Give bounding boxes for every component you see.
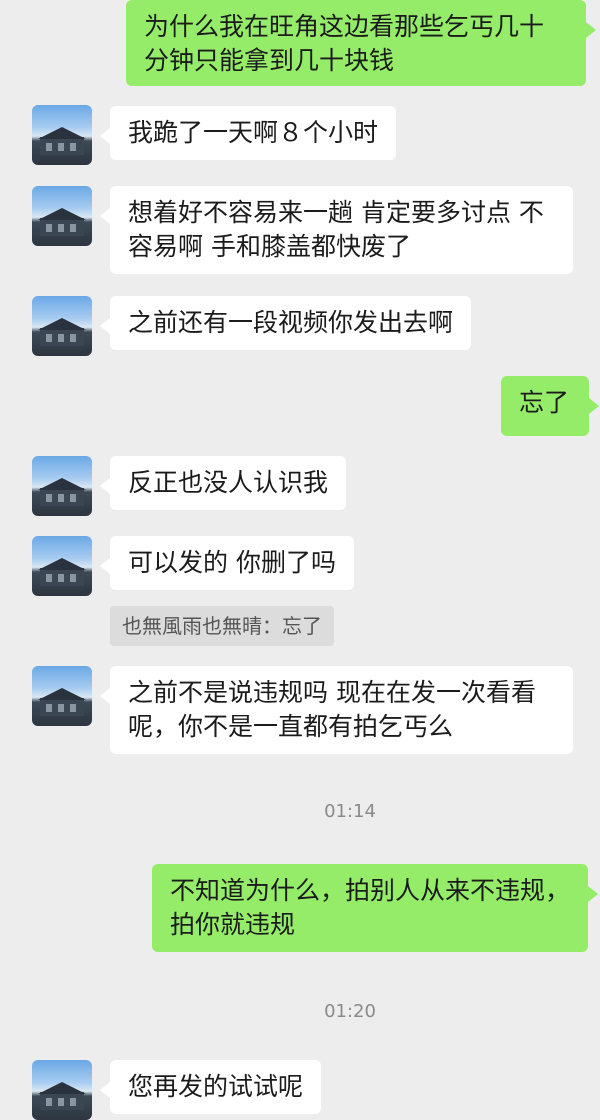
incoming-message-bubble[interactable]: 可以发的 你删了吗	[100, 536, 354, 590]
contact-avatar[interactable]	[32, 536, 92, 596]
timestamp: 01:20	[324, 1001, 376, 1022]
quote-text: 忘了	[282, 614, 322, 638]
contact-avatar[interactable]	[32, 186, 92, 246]
outgoing-message-bubble[interactable]: 忘了	[501, 376, 599, 436]
incoming-message-bubble[interactable]: 反正也没人认识我	[99, 456, 347, 510]
incoming-message-bubble[interactable]: 之前不是说违规吗 现在在发一次看看 呢，你不是一直都有拍乞丐么	[100, 666, 573, 754]
contact-avatar[interactable]	[32, 105, 92, 165]
contact-avatar[interactable]	[32, 1060, 92, 1120]
outgoing-message-bubble[interactable]: 为什么我在旺角这边看那些乞丐几十 分钟只能拿到几十块钱	[126, 0, 596, 86]
quote-separator: ：	[262, 614, 282, 638]
incoming-message-bubble[interactable]: 之前还有一段视频你发出去啊	[99, 296, 472, 350]
timestamp: 01:14	[324, 801, 376, 822]
incoming-message-bubble[interactable]: 想着好不容易来一趟 肯定要多讨点 不 容易啊 手和膝盖都快废了	[100, 186, 573, 274]
incoming-message-bubble[interactable]: 您再发的试试呢	[99, 1060, 322, 1114]
quoted-message[interactable]: 也無風雨也無晴：忘了	[110, 606, 334, 646]
contact-avatar[interactable]	[32, 666, 92, 726]
contact-avatar[interactable]	[32, 296, 92, 356]
quote-author: 也無風雨也無晴	[122, 614, 262, 638]
incoming-message-bubble[interactable]: 我跪了一天啊８个小时	[99, 106, 397, 160]
contact-avatar[interactable]	[32, 456, 92, 516]
outgoing-message-bubble[interactable]: 不知道为什么，拍别人从来不违规， 拍你就违规	[152, 864, 598, 952]
